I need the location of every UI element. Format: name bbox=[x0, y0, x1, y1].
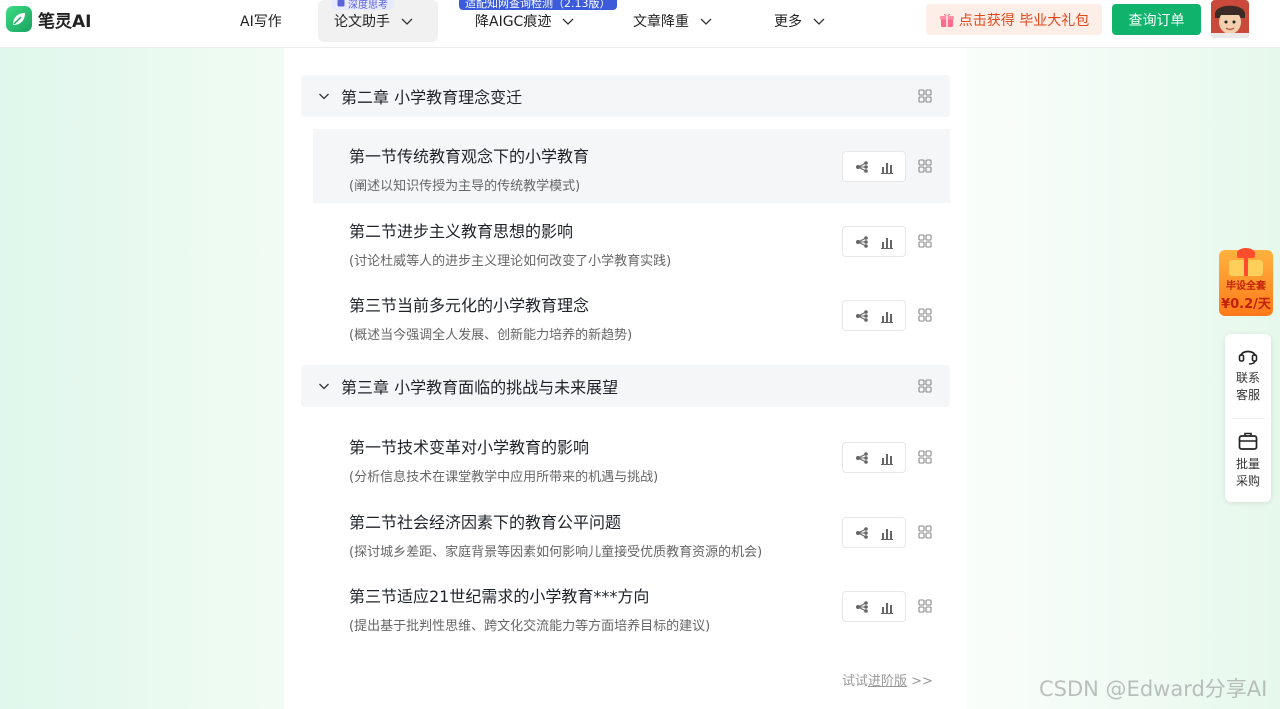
graduation-gift-label: 点击获得 毕业大礼包 bbox=[958, 12, 1090, 29]
edit-icon bbox=[337, 0, 345, 7]
section-item[interactable]: 第三节适应21世纪需求的小学教育***方向 (提出基于批判性思维、跨文化交流能力… bbox=[313, 569, 950, 643]
grid-icon[interactable] bbox=[918, 159, 932, 173]
section-description: (讨论杜威等人的进步主义理论如何改变了小学教育实践) bbox=[349, 254, 672, 269]
query-order-label: 查询订单 bbox=[1128, 12, 1185, 29]
chevron-down-icon bbox=[813, 18, 825, 25]
mindmap-icon[interactable] bbox=[854, 234, 870, 250]
graduation-gift-button[interactable]: 点击获得 毕业大礼包 bbox=[926, 4, 1102, 35]
divider bbox=[1231, 418, 1265, 419]
nav-reduce-aigc-label: 降AIGC痕迹 bbox=[475, 14, 552, 30]
section-tools bbox=[842, 591, 906, 622]
top-header: 笔灵AI AI写作 论文助手 降AIGC痕迹 文章降重 更多 深度思考 适配知网… bbox=[0, 0, 1280, 48]
chevron-down-icon bbox=[700, 18, 712, 25]
deep-think-badge: 深度思考 bbox=[331, 0, 394, 11]
bar-chart-icon[interactable] bbox=[879, 234, 895, 250]
section-title: 第二节社会经济因素下的教育公平问题 bbox=[349, 513, 622, 532]
promo-line-1: 毕设全套 bbox=[1226, 281, 1266, 292]
bar-chart-icon[interactable] bbox=[879, 308, 895, 324]
section-tools bbox=[842, 226, 906, 257]
cnki-check-badge-text: 适配知网查询检测（2.13版） bbox=[465, 0, 611, 10]
bar-chart-icon[interactable] bbox=[879, 525, 895, 541]
bar-chart-icon[interactable] bbox=[879, 450, 895, 466]
try-advanced-prefix: 试试 bbox=[842, 674, 869, 689]
deep-think-badge-text: 深度思考 bbox=[348, 0, 388, 11]
gift-box-icon bbox=[1229, 256, 1263, 276]
leaf-logo-icon bbox=[6, 6, 32, 32]
query-order-button[interactable]: 查询订单 bbox=[1112, 4, 1201, 35]
bar-chart-icon[interactable] bbox=[879, 159, 895, 175]
grid-icon[interactable] bbox=[918, 308, 932, 322]
section-title: 第一节技术变革对小学教育的影响 bbox=[349, 438, 590, 457]
chapter-header[interactable]: 第三章 小学教育面临的挑战与未来展望 bbox=[301, 365, 950, 407]
user-avatar[interactable] bbox=[1211, 0, 1249, 38]
advanced-version-link[interactable]: 进阶版 bbox=[868, 674, 907, 689]
section-title: 第一节传统教育观念下的小学教育 bbox=[349, 147, 590, 166]
bulk-purchase-label-1: 批量 bbox=[1235, 457, 1260, 471]
section-item[interactable]: 第二节进步主义教育思想的影响 (讨论杜威等人的进步主义理论如何改变了小学教育实践… bbox=[313, 204, 950, 278]
section-description: (阐述以知识传授为主导的传统教学模式) bbox=[349, 179, 581, 194]
section-item[interactable]: 第三节当前多元化的小学教育理念 (概述当今强调全人发展、创新能力培养的新趋势) bbox=[313, 278, 950, 352]
mindmap-icon[interactable] bbox=[854, 450, 870, 466]
grid-icon[interactable] bbox=[918, 234, 932, 248]
side-service-panel: 联系 客服 批量 采购 bbox=[1225, 334, 1271, 502]
section-description: (分析信息技术在课堂教学中应用所带来的机遇与挑战) bbox=[349, 470, 659, 485]
bar-chart-icon[interactable] bbox=[879, 599, 895, 615]
section-item[interactable]: 第一节传统教育观念下的小学教育 (阐述以知识传授为主导的传统教学模式) bbox=[313, 129, 950, 203]
section-title: 第三节适应21世纪需求的小学教育***方向 bbox=[349, 587, 650, 606]
csdn-watermark: CSDN @Edward分享AI bbox=[1039, 677, 1268, 701]
graduation-promo-widget[interactable]: 毕设全套 ¥0.2/天 bbox=[1219, 248, 1273, 316]
contact-service-label-2: 客服 bbox=[1235, 388, 1260, 402]
chevron-down-icon[interactable] bbox=[318, 90, 330, 102]
section-tools bbox=[842, 300, 906, 331]
chapter-header[interactable]: 第二章 小学教育理念变迁 bbox=[301, 75, 950, 117]
chevron-down-icon bbox=[562, 18, 574, 25]
grid-icon[interactable] bbox=[918, 525, 932, 539]
briefcase-icon bbox=[1238, 432, 1258, 450]
nav-ai-writing-label: AI写作 bbox=[240, 14, 282, 30]
mindmap-icon[interactable] bbox=[854, 599, 870, 615]
outline-card: 第二章 小学教育理念变迁 第一节传统教育观念下的小学教育 (阐述以知识传授为主导… bbox=[284, 48, 966, 709]
section-tools bbox=[842, 517, 906, 548]
chevron-down-icon bbox=[401, 18, 413, 25]
nav-reduce-duplicate[interactable]: 文章降重 bbox=[633, 0, 713, 42]
try-advanced-suffix: >> bbox=[907, 674, 933, 689]
section-description: (提出基于批判性思维、跨文化交流能力等方面培养目标的建议) bbox=[349, 619, 711, 634]
logo-text: 笔灵AI bbox=[38, 11, 92, 32]
section-item[interactable]: 第二节社会经济因素下的教育公平问题 (探讨城乡差距、家庭背景等因素如何影响儿童接… bbox=[313, 495, 950, 569]
section-tools bbox=[842, 442, 906, 473]
gift-icon bbox=[939, 13, 954, 27]
grid-icon[interactable] bbox=[918, 599, 932, 613]
grid-icon[interactable] bbox=[918, 450, 932, 464]
mindmap-icon[interactable] bbox=[854, 308, 870, 324]
mindmap-icon[interactable] bbox=[854, 525, 870, 541]
promo-line-2: ¥0.2/天 bbox=[1221, 297, 1271, 312]
nav-more[interactable]: 更多 bbox=[774, 0, 826, 42]
section-tools bbox=[842, 151, 906, 182]
grid-icon[interactable] bbox=[918, 379, 932, 393]
section-item[interactable]: 第一节技术变革对小学教育的影响 (分析信息技术在课堂教学中应用所带来的机遇与挑战… bbox=[313, 420, 950, 494]
contact-service-label-1: 联系 bbox=[1235, 371, 1260, 385]
nav-more-label: 更多 bbox=[774, 14, 802, 30]
cnki-check-badge: 适配知网查询检测（2.13版） bbox=[459, 0, 617, 10]
nav-ai-writing[interactable]: AI写作 bbox=[240, 0, 282, 42]
bulk-purchase-label-2: 采购 bbox=[1235, 474, 1260, 488]
section-title: 第二节进步主义教育思想的影响 bbox=[349, 222, 574, 241]
section-description: (概述当今强调全人发展、创新能力培养的新趋势) bbox=[349, 328, 633, 343]
headset-icon bbox=[1238, 350, 1258, 365]
avatar-icon bbox=[1211, 0, 1249, 38]
section-description: (探讨城乡差距、家庭背景等因素如何影响儿童接受优质教育资源的机会) bbox=[349, 545, 763, 560]
chapter-title: 第二章 小学教育理念变迁 bbox=[341, 88, 523, 107]
chevron-down-icon[interactable] bbox=[318, 380, 330, 392]
nav-reduce-duplicate-label: 文章降重 bbox=[633, 14, 689, 30]
mindmap-icon[interactable] bbox=[854, 159, 870, 175]
try-advanced-link[interactable]: 试试进阶版 >> bbox=[842, 670, 933, 689]
grid-icon[interactable] bbox=[918, 89, 932, 103]
bulk-purchase-button[interactable]: 批量 采购 bbox=[1225, 430, 1271, 490]
section-title: 第三节当前多元化的小学教育理念 bbox=[349, 296, 590, 315]
nav-thesis-assistant-label: 论文助手 bbox=[334, 14, 390, 30]
logo[interactable]: 笔灵AI bbox=[6, 6, 91, 32]
chapter-title: 第三章 小学教育面临的挑战与未来展望 bbox=[341, 378, 619, 397]
contact-service-button[interactable]: 联系 客服 bbox=[1225, 344, 1271, 404]
